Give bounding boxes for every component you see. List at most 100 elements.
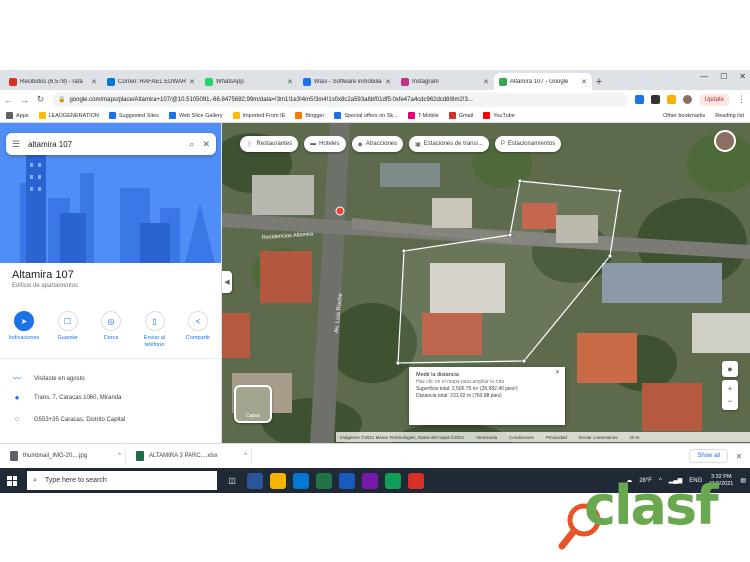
browser-tab[interactable]: Recibidos (6.578) - rafa ✕: [4, 73, 102, 90]
download-item[interactable]: ALTAMIRA 3 PARC....xlsx ^: [132, 447, 252, 465]
search-box[interactable]: ☰ altamira 107 ⌕ ✕: [6, 133, 216, 155]
category-chip[interactable]: ◉ Atracciones: [351, 136, 404, 152]
tab-label: Recibidos (6.578) - rafa: [20, 78, 83, 85]
close-icon[interactable]: ✕: [555, 370, 560, 377]
action-button[interactable]: < Compartir: [178, 311, 218, 349]
info-text: Trans. 7, Caracas 1060, Miranda: [34, 394, 122, 401]
extension-icon[interactable]: [634, 95, 644, 104]
zoom-out-icon[interactable]: −: [727, 396, 732, 406]
extension-icon[interactable]: [650, 95, 660, 104]
bookmark-item[interactable]: YouTube: [483, 112, 515, 119]
tab-close-icon[interactable]: ✕: [385, 78, 391, 86]
close-icon[interactable]: ✕: [734, 452, 744, 461]
browser-tab[interactable]: Wasi - Software inmobiliario ✕: [298, 73, 396, 90]
zoom-in-icon[interactable]: +: [727, 384, 732, 394]
show-all-button[interactable]: Show all: [689, 449, 728, 463]
info-text: Visitaste en agosto: [34, 375, 85, 382]
close-window-icon[interactable]: ✕: [739, 72, 746, 81]
tab-close-icon[interactable]: ✕: [581, 78, 587, 86]
excel-icon[interactable]: [316, 472, 332, 489]
place-marker-icon[interactable]: [335, 206, 345, 216]
tab-close-icon[interactable]: ✕: [189, 78, 195, 86]
bookmark-item[interactable]: Apps: [6, 112, 29, 119]
url-field[interactable]: 🔒 google.com/maps/place/Altamira+107/@10…: [52, 92, 628, 107]
url-text: google.com/maps/place/Altamira+107/@10.5…: [69, 96, 473, 103]
app-icon[interactable]: [408, 472, 424, 489]
place-subtitle: Edificio de apartamentos: [12, 283, 79, 289]
bookmark-item[interactable]: Special offers on Sk...: [334, 112, 398, 119]
app-icon[interactable]: [362, 472, 378, 489]
browser-tab[interactable]: Altamira 107 - Google ✕: [494, 73, 592, 90]
chevron-up-icon[interactable]: ^: [244, 453, 247, 459]
browser-tab[interactable]: Correo: RAFAEL EDWARD ✕: [102, 73, 200, 90]
pegman-icon[interactable]: ●: [722, 361, 738, 377]
bookmark-label: Gmail: [458, 112, 474, 119]
tab-close-icon[interactable]: ✕: [483, 78, 489, 86]
chip-label: Restaurantes: [256, 141, 293, 147]
bookmark-item[interactable]: Suggested Sites: [108, 112, 159, 119]
tab-label: Altamira 107 - Google: [510, 78, 569, 85]
extension-icon[interactable]: [666, 95, 676, 104]
tab-close-icon[interactable]: ✕: [287, 78, 293, 86]
maximize-icon[interactable]: ☐: [720, 72, 727, 81]
avatar[interactable]: [714, 130, 736, 152]
bookmark-item[interactable]: Imported From IE: [232, 112, 285, 119]
search-icon: ⌕: [33, 476, 37, 484]
search-input[interactable]: altamira 107: [28, 140, 181, 149]
menu-icon[interactable]: ⋮: [737, 94, 746, 105]
attribution-item[interactable]: Condiciones: [509, 435, 534, 440]
search-icon[interactable]: ⌕: [189, 139, 194, 150]
bookmark-folder[interactable]: Reading list: [715, 113, 744, 119]
windows-start-icon[interactable]: [4, 473, 20, 489]
app-icon[interactable]: [247, 472, 263, 489]
bookmark-item[interactable]: T-Mobile: [407, 112, 439, 119]
attribution-item[interactable]: 20 m: [629, 435, 639, 440]
tab-label: WhatsApp: [216, 78, 244, 85]
update-button[interactable]: Update: [698, 93, 730, 106]
action-button[interactable]: ▯ Enviar al teléfono: [135, 311, 175, 349]
chevron-up-icon[interactable]: ^: [118, 453, 121, 459]
layers-button[interactable]: Capas: [234, 385, 272, 423]
category-chip[interactable]: ▣ Estaciones de transi...: [409, 136, 489, 152]
attribution-item[interactable]: Enviar comentarios: [579, 435, 618, 440]
mail-icon[interactable]: [293, 472, 309, 489]
reload-icon[interactable]: ↻: [36, 94, 45, 105]
browser-tab[interactable]: Instagram ✕: [396, 73, 494, 90]
chip-label: Estaciones de transi...: [423, 141, 483, 147]
bookmark-item[interactable]: Gmail: [448, 112, 474, 119]
measure-area: Superficie total: 2,506.75 m² (26,982.40…: [416, 386, 518, 392]
back-icon[interactable]: ←: [4, 95, 13, 105]
browser-tab[interactable]: WhatsApp ✕: [200, 73, 298, 90]
action-button[interactable]: ◎ Cerca: [91, 311, 131, 349]
attribution-item[interactable]: Venezuela: [476, 435, 497, 440]
attribution-item[interactable]: Privacidad: [546, 435, 567, 440]
info-row[interactable]: ● Trans. 7, Caracas 1060, Miranda: [12, 393, 122, 402]
category-chip[interactable]: 🍴 Restaurantes: [240, 136, 299, 152]
taskbar-search[interactable]: ⌕ Type here to search: [27, 471, 217, 490]
info-row[interactable]: 〰 Visitaste en agosto: [12, 373, 85, 384]
category-chip[interactable]: P Estacionamientos: [494, 136, 562, 152]
bookmark-item[interactable]: Web Slice Gallery: [168, 112, 223, 119]
chip-label: Hoteles: [319, 141, 340, 147]
action-button[interactable]: ➤ Indicaciones: [4, 311, 44, 349]
word-icon[interactable]: [339, 472, 355, 489]
close-icon[interactable]: ✕: [202, 139, 210, 150]
profile-icon[interactable]: [682, 95, 692, 104]
bookmark-folder[interactable]: Other bookmarks: [663, 113, 705, 119]
menu-icon[interactable]: ☰: [12, 139, 20, 150]
file-explorer-icon[interactable]: [270, 472, 286, 489]
minimize-icon[interactable]: —: [700, 72, 708, 81]
tab-close-icon[interactable]: ✕: [91, 78, 97, 86]
forward-icon[interactable]: →: [20, 95, 29, 105]
info-row[interactable]: ⁘ G553+35 Caracas, Distrito Capital: [12, 415, 126, 424]
chrome-icon[interactable]: [385, 472, 401, 489]
category-chip[interactable]: ▬ Hoteles: [304, 136, 346, 152]
bookmark-item[interactable]: LEADGENERATION: [38, 112, 99, 119]
task-view-icon[interactable]: ◫: [224, 473, 240, 489]
collapse-panel-button[interactable]: ◀: [222, 271, 232, 293]
download-item[interactable]: thumbnail_IMG-20....jpg ^: [6, 447, 126, 465]
action-button[interactable]: ☐ Guardar: [48, 311, 88, 349]
new-tab-button[interactable]: +: [592, 76, 606, 88]
bookmark-label: T-Mobile: [417, 112, 439, 119]
bookmark-item[interactable]: Blogger: [295, 112, 324, 119]
